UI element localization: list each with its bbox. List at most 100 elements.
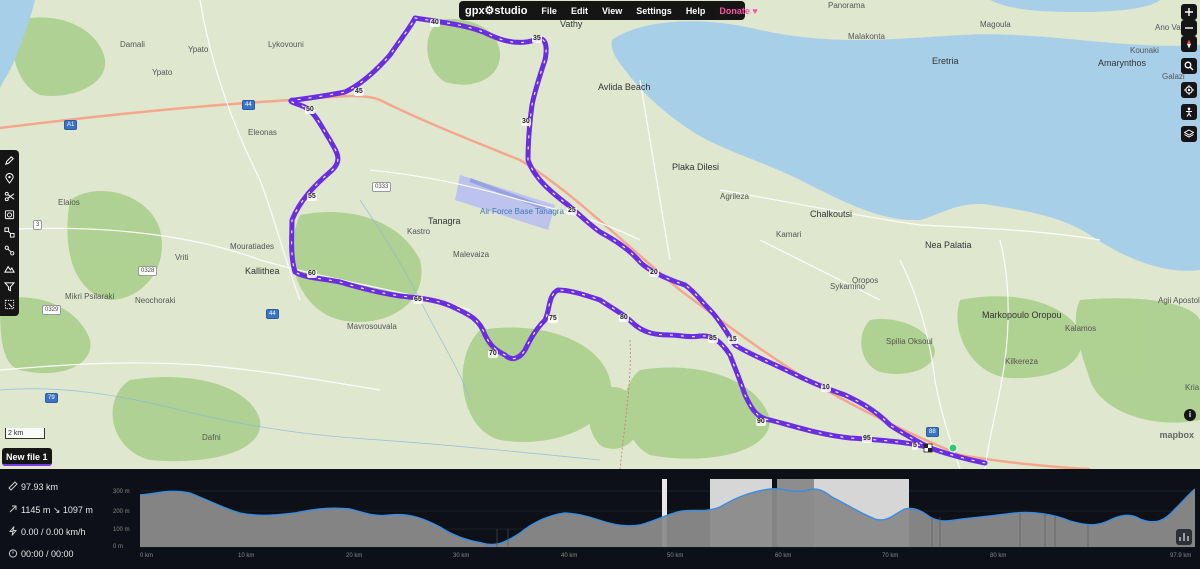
- km-marker-60[interactable]: 60: [307, 270, 317, 278]
- road-number-tag: 79: [45, 393, 58, 403]
- info-icon[interactable]: i: [1184, 409, 1196, 421]
- menu-view[interactable]: View: [602, 6, 622, 16]
- km-marker-35[interactable]: 35: [532, 35, 542, 43]
- place-label: Dafni: [202, 433, 221, 442]
- km-marker-30[interactable]: 30: [521, 118, 531, 126]
- place-label: Panorama: [828, 1, 865, 10]
- tool-sidebar: [0, 150, 19, 316]
- km-marker-50[interactable]: 50: [305, 106, 315, 114]
- lightning-icon: [8, 526, 18, 538]
- place-label: Ypato: [188, 45, 209, 54]
- place-label: Vriti: [175, 253, 189, 262]
- x-axis-label: 20 km: [346, 553, 363, 559]
- place-label: Mavrosouvala: [347, 322, 397, 331]
- km-marker-20[interactable]: 20: [649, 269, 659, 277]
- search-icon[interactable]: [1181, 58, 1197, 74]
- road-number-tag: 3: [33, 220, 43, 230]
- place-label: Amarynthos: [1098, 58, 1147, 68]
- menu-edit[interactable]: Edit: [571, 6, 588, 16]
- place-label: Air Force Base Tanagra: [480, 207, 564, 216]
- place-label: Tanagra: [428, 216, 461, 226]
- km-marker-45[interactable]: 45: [354, 88, 364, 96]
- distance-stat: 97.93 km: [8, 481, 58, 493]
- extract-icon[interactable]: [2, 243, 17, 258]
- pencil-icon[interactable]: [2, 153, 17, 168]
- place-label: Vathy: [560, 19, 583, 29]
- x-axis-label: 10 km: [238, 553, 255, 559]
- km-marker-85[interactable]: 85: [708, 335, 718, 343]
- ascent-icon: [8, 504, 18, 516]
- place-label: Eretria: [932, 56, 959, 66]
- place-label: Malakonta: [848, 32, 885, 41]
- scissors-icon[interactable]: [2, 189, 17, 204]
- elevation-panel: 97.93 km 1145 m ↘ 1097 m 0.00 / 0.00 km/…: [0, 469, 1200, 569]
- km-marker-75[interactable]: 75: [548, 315, 558, 323]
- elevation-icon[interactable]: [2, 261, 17, 276]
- zoom-in-button[interactable]: [1181, 4, 1197, 20]
- app-root: Damali Ypato Ypato Lykovouni Vathy Avlida Bea…: [0, 0, 1200, 569]
- km-marker-25[interactable]: 25: [567, 207, 577, 215]
- place-label: Kallithea: [245, 266, 280, 276]
- place-label: Kamari: [776, 230, 802, 239]
- place-label: Chalkoutsi: [810, 209, 853, 219]
- place-label: Kounaki: [1130, 46, 1159, 55]
- km-marker-70[interactable]: 70: [488, 350, 498, 358]
- merge-icon[interactable]: [2, 225, 17, 240]
- distance-value: 97.93 km: [21, 482, 59, 492]
- road-number-tag: 44: [266, 309, 279, 319]
- km-marker-40[interactable]: 40: [430, 19, 440, 27]
- km-marker-15[interactable]: 15: [728, 336, 738, 344]
- x-axis-label: 80 km: [990, 553, 1007, 559]
- place-label: Agrileza: [720, 192, 749, 201]
- time-stat: 00:00 / 00:00: [8, 548, 74, 560]
- km-marker-80[interactable]: 80: [619, 314, 629, 322]
- place-label: Oropos: [852, 276, 879, 285]
- compass-icon[interactable]: [1181, 36, 1197, 52]
- elevation-profile-chart[interactable]: [110, 469, 1195, 553]
- place-label: Neochoraki: [135, 296, 176, 305]
- place-label: Kria: [1185, 383, 1200, 392]
- place-label: Mouratiades: [230, 242, 275, 251]
- app-logo[interactable]: gpx⚙studio: [465, 4, 527, 17]
- street-view-icon[interactable]: [1181, 104, 1197, 120]
- place-label: Agii Apostoli: [1158, 296, 1200, 305]
- map-canvas[interactable]: [0, 0, 1200, 469]
- km-marker-5[interactable]: 5: [912, 442, 918, 450]
- km-marker-95[interactable]: 95: [862, 435, 872, 443]
- x-axis-label: 60 km: [775, 553, 792, 559]
- place-label: Lykovouni: [268, 40, 304, 49]
- clean-select-icon[interactable]: [2, 297, 17, 312]
- road-number-tag: 0328: [138, 266, 158, 276]
- place-label: Eleonas: [248, 128, 277, 137]
- layers-icon[interactable]: [1181, 126, 1197, 142]
- place-label: Kalamos: [1065, 324, 1097, 333]
- filter-icon[interactable]: [2, 279, 17, 294]
- mapbox-attribution[interactable]: mapbox: [1159, 430, 1194, 440]
- km-marker-55[interactable]: 55: [307, 193, 317, 201]
- menu-help[interactable]: Help: [686, 6, 706, 16]
- time-value: 00:00 / 00:00: [21, 549, 74, 559]
- locate-icon[interactable]: [1181, 82, 1197, 98]
- menu-settings[interactable]: Settings: [636, 6, 672, 16]
- map-view[interactable]: Damali Ypato Ypato Lykovouni Vathy Avlida Bea…: [0, 0, 1200, 469]
- place-label: Spilia Oksoul: [886, 337, 933, 346]
- road-number-tag: 44: [242, 100, 255, 110]
- place-label: Kilkereza: [1005, 357, 1038, 366]
- km-marker-90[interactable]: 90: [756, 418, 766, 426]
- x-axis-label: 30 km: [453, 553, 470, 559]
- x-axis-label: 97.9 km: [1170, 553, 1192, 559]
- place-label: Malevaiza: [453, 250, 490, 259]
- road-number-tag: A1: [64, 120, 78, 130]
- km-marker-10[interactable]: 10: [821, 384, 831, 392]
- chart-options-icon[interactable]: [1176, 529, 1192, 545]
- map-pin-icon[interactable]: [2, 171, 17, 186]
- x-axis-label: 40 km: [561, 553, 578, 559]
- km-marker-65[interactable]: 65: [413, 296, 423, 304]
- menu-file[interactable]: File: [541, 6, 557, 16]
- zoom-out-button[interactable]: [1181, 20, 1197, 36]
- donate-button[interactable]: Donate ♥: [719, 6, 757, 16]
- clock-time-icon[interactable]: [2, 207, 17, 222]
- ruler-icon: [8, 481, 18, 493]
- file-tab-new-file-1[interactable]: New file 1: [2, 448, 52, 466]
- road-number-tag: 88: [926, 427, 939, 437]
